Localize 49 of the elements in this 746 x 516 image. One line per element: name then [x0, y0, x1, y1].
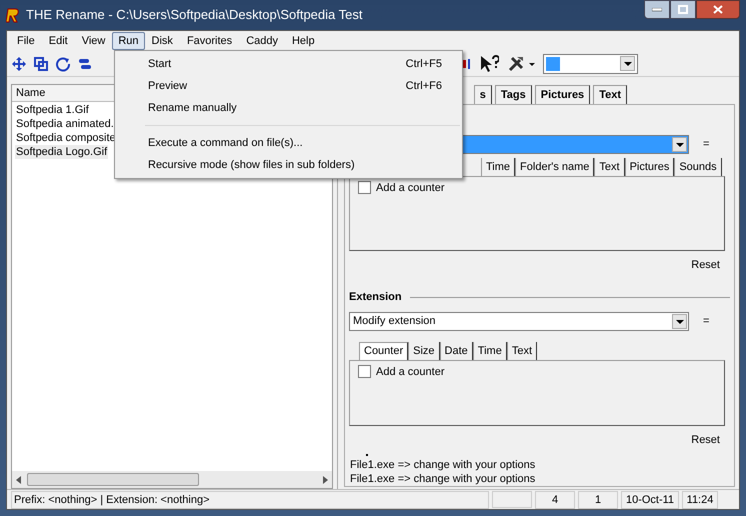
equals-sign: =	[703, 314, 710, 330]
tab[interactable]: Text	[506, 342, 538, 360]
file-row[interactable]: Softpedia Logo.Gif	[15, 145, 108, 159]
status-cell: 4	[535, 490, 575, 508]
tab[interactable]: Date	[440, 342, 473, 360]
file-row[interactable]: Softpedia animated.	[15, 117, 115, 131]
tab[interactable]: Time	[472, 342, 507, 360]
preview-line: File1.exe => change with your options	[350, 458, 536, 472]
menu-entry[interactable]: Preview	[148, 78, 188, 94]
reset-button[interactable]: Reset	[691, 432, 720, 448]
menu-item[interactable]: Favorites	[180, 32, 240, 50]
tab[interactable]: Pictures	[534, 85, 590, 104]
tab[interactable]: s	[474, 85, 492, 104]
tab[interactable]: Sounds	[674, 158, 722, 176]
window-title: THE Rename - C:\Users\Softpedia\Desktop\Softpedia Test	[26, 6, 362, 24]
section-heading: Extension	[349, 290, 402, 305]
shortcut-label: Ctrl+F5	[406, 56, 442, 72]
tab[interactable]: Counter	[359, 342, 408, 360]
status-text: Prefix: <nothing> | Extension: <nothing>	[11, 490, 489, 508]
checkbox-label: Add a counter	[376, 180, 444, 196]
tab[interactable]: Pictures	[624, 158, 674, 176]
menu-item[interactable]: Edit	[42, 32, 75, 50]
checkbox-label: Add a counter	[376, 364, 444, 380]
menu-entry[interactable]: Start	[148, 56, 172, 72]
tab[interactable]: Folder's name	[515, 158, 594, 176]
menu-entry[interactable]: Execute a command on file(s)...	[148, 134, 303, 152]
preview-line: File1.exe => change with your options	[350, 472, 536, 486]
menu-item[interactable]: File	[10, 32, 42, 50]
status-cell: 1	[578, 490, 618, 508]
equals-sign: =	[703, 137, 710, 152]
tab[interactable]: Text	[594, 158, 625, 176]
tab[interactable]: Time	[481, 158, 516, 176]
status-cell: 10-Oct-11	[621, 490, 679, 508]
menu-entry[interactable]: Rename manually	[148, 100, 237, 116]
menu-item[interactable]: Run	[112, 32, 145, 50]
shortcut-label: Ctrl+F6	[406, 78, 442, 94]
file-row[interactable]: Softpedia composite	[15, 131, 117, 145]
menu-entry[interactable]: Recursive mode (show files in sub folders)	[148, 156, 355, 174]
menu-item[interactable]: Disk	[144, 32, 180, 50]
tab[interactable]: Size	[408, 342, 440, 360]
extension-dropdown[interactable]: Modify extension	[349, 312, 689, 331]
status-cell: 11:24	[682, 490, 718, 508]
menu-item[interactable]: Caddy	[239, 32, 285, 50]
tab[interactable]: Text	[593, 85, 627, 104]
menu-item[interactable]: View	[74, 32, 112, 50]
file-row[interactable]: Softpedia 1.Gif	[15, 103, 90, 117]
menu-item[interactable]: Help	[284, 32, 322, 50]
tab[interactable]: Tags	[494, 85, 532, 104]
reset-button[interactable]: Reset	[691, 256, 720, 273]
